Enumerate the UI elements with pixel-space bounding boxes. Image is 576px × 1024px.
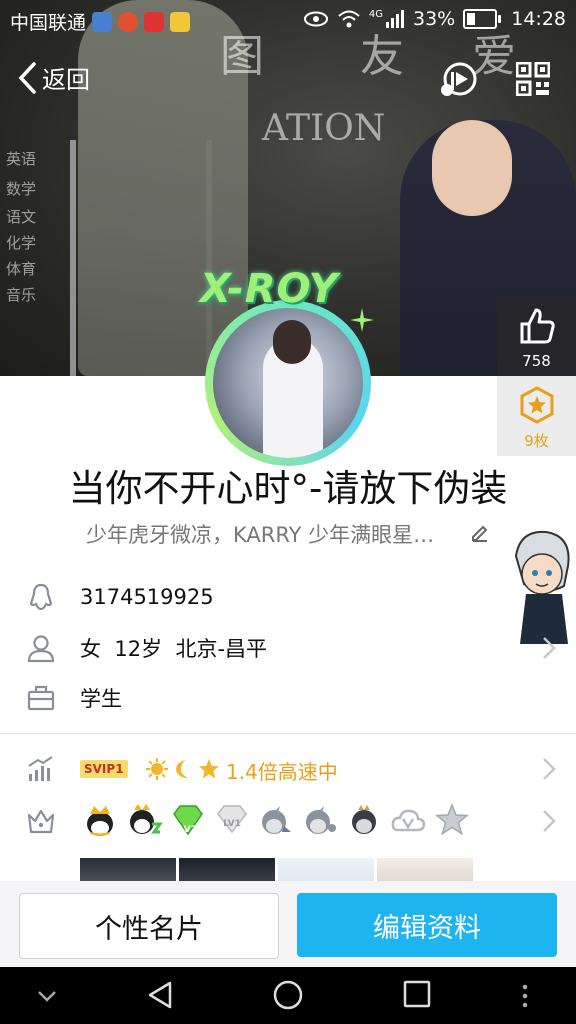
carrier-name: 中国联通 [10, 12, 87, 34]
home-circle-icon[interactable] [272, 979, 304, 1011]
photo-thumbnail[interactable] [179, 858, 275, 882]
qq-star-icon [262, 806, 291, 834]
thumbs-up-icon [520, 308, 555, 344]
rank-up-icon [28, 756, 53, 781]
occupation: 学生 [80, 687, 122, 711]
badge-count: 9枚 [524, 432, 549, 450]
level-icon-list: LV2 LV1 [82, 802, 470, 838]
music-play-icon[interactable] [438, 60, 478, 100]
vip-speed-text: 1.4倍高速中 [226, 760, 338, 784]
edit-pencil-icon[interactable] [470, 522, 490, 542]
back-triangle-icon[interactable] [144, 979, 176, 1011]
location: 北京-昌平 [175, 637, 268, 661]
chevron-left-icon [18, 61, 36, 94]
occupation-row: 学生 [0, 673, 576, 723]
basic-info: 女 12岁 北京-昌平 [80, 633, 267, 663]
qq-dark-icon [352, 805, 376, 834]
level-diamond-icon: LV2 [173, 805, 203, 836]
doodle-text: 语文 [6, 208, 37, 226]
back-label: 返回 [42, 66, 90, 94]
level-label: LV1 [223, 819, 241, 829]
svip-tag: SVIP1 [80, 760, 128, 778]
moon-icon [176, 760, 188, 778]
signature-text[interactable]: 少年虎牙微凉，KARRY 少年满眼星… [86, 519, 434, 549]
star-app-icon [170, 11, 191, 32]
sparkle-icon [350, 308, 374, 332]
edit-profile-button[interactable]: 编辑资料 [297, 893, 557, 957]
level-crown-grey-icon: LV1 [217, 805, 247, 834]
photo-thumbnail[interactable] [278, 858, 374, 882]
notification-icon [92, 11, 113, 32]
avatar-head [273, 320, 311, 364]
more-dots-icon[interactable] [520, 983, 530, 1009]
recents-square-icon[interactable] [402, 979, 432, 1009]
qq-number: 3174519925 [80, 585, 214, 609]
avatar-pendant-text: X-ROY [200, 266, 339, 312]
photo-wall[interactable] [80, 858, 473, 882]
basic-info-row[interactable]: 女 12岁 北京-昌平 [0, 623, 576, 673]
doodle-text: 数学 [6, 180, 37, 198]
avatar-frame[interactable] [205, 300, 371, 466]
system-navigation-bar [0, 967, 576, 1024]
battery-percent: 33% [413, 8, 456, 30]
cloud-vip-icon [391, 809, 426, 832]
qq-grey-icon [306, 806, 336, 834]
doodle-text: 英语 [6, 150, 37, 168]
avatar [213, 308, 363, 458]
qq-crown-icon [87, 806, 113, 836]
doodle-text: 化学 [6, 234, 37, 252]
age: 12岁 [114, 637, 163, 661]
weibo-icon [118, 11, 139, 32]
penguin-icon [29, 583, 53, 611]
chevron-right-icon [543, 758, 556, 780]
top-nav: 返回 [0, 52, 576, 108]
like-count: 758 [522, 352, 551, 370]
star-icon [199, 759, 219, 779]
sun-icon [146, 758, 168, 780]
like-button[interactable]: 758 [497, 296, 576, 376]
photo-thumbnail[interactable] [377, 858, 473, 882]
back-button[interactable]: 返回 [16, 60, 90, 95]
medal-star-icon [520, 386, 553, 424]
gender: 女 [80, 637, 101, 661]
nickname: 当你不开心时°-请放下伪装 [68, 467, 508, 510]
doodle-text: 音乐 [6, 286, 37, 304]
person-icon [27, 635, 55, 663]
section-divider [0, 733, 576, 734]
qq-sun-icon [130, 804, 162, 834]
signal-icon [386, 10, 404, 28]
cover-face-right [432, 120, 512, 216]
photo-thumbnail[interactable] [80, 858, 176, 882]
chevron-right-icon [543, 637, 556, 659]
eye-icon [303, 11, 328, 27]
briefcase-icon [27, 685, 55, 711]
profile-card-button[interactable]: 个性名片 [19, 893, 279, 959]
qq-number-row: 3174519925 [0, 572, 576, 622]
network-type: 4G [368, 8, 383, 20]
crown-icon [27, 809, 55, 834]
vip-level-icons [146, 758, 220, 780]
battery-icon [463, 9, 502, 29]
doodle-text: 体育 [6, 260, 37, 278]
news-icon [144, 11, 165, 32]
doodle-text: ATION [262, 108, 386, 149]
chevron-right-icon [543, 810, 556, 832]
wifi-icon [338, 10, 360, 28]
status-bar: 中国联通 4G 33% 14:28 [0, 0, 576, 40]
clock: 14:28 [511, 8, 566, 30]
level-label: LV2 [179, 825, 197, 835]
star-grey-icon [435, 802, 469, 836]
chevron-down-icon[interactable] [36, 989, 58, 1003]
badge-button[interactable]: 9枚 [497, 376, 576, 456]
qr-code-icon[interactable] [516, 62, 550, 96]
